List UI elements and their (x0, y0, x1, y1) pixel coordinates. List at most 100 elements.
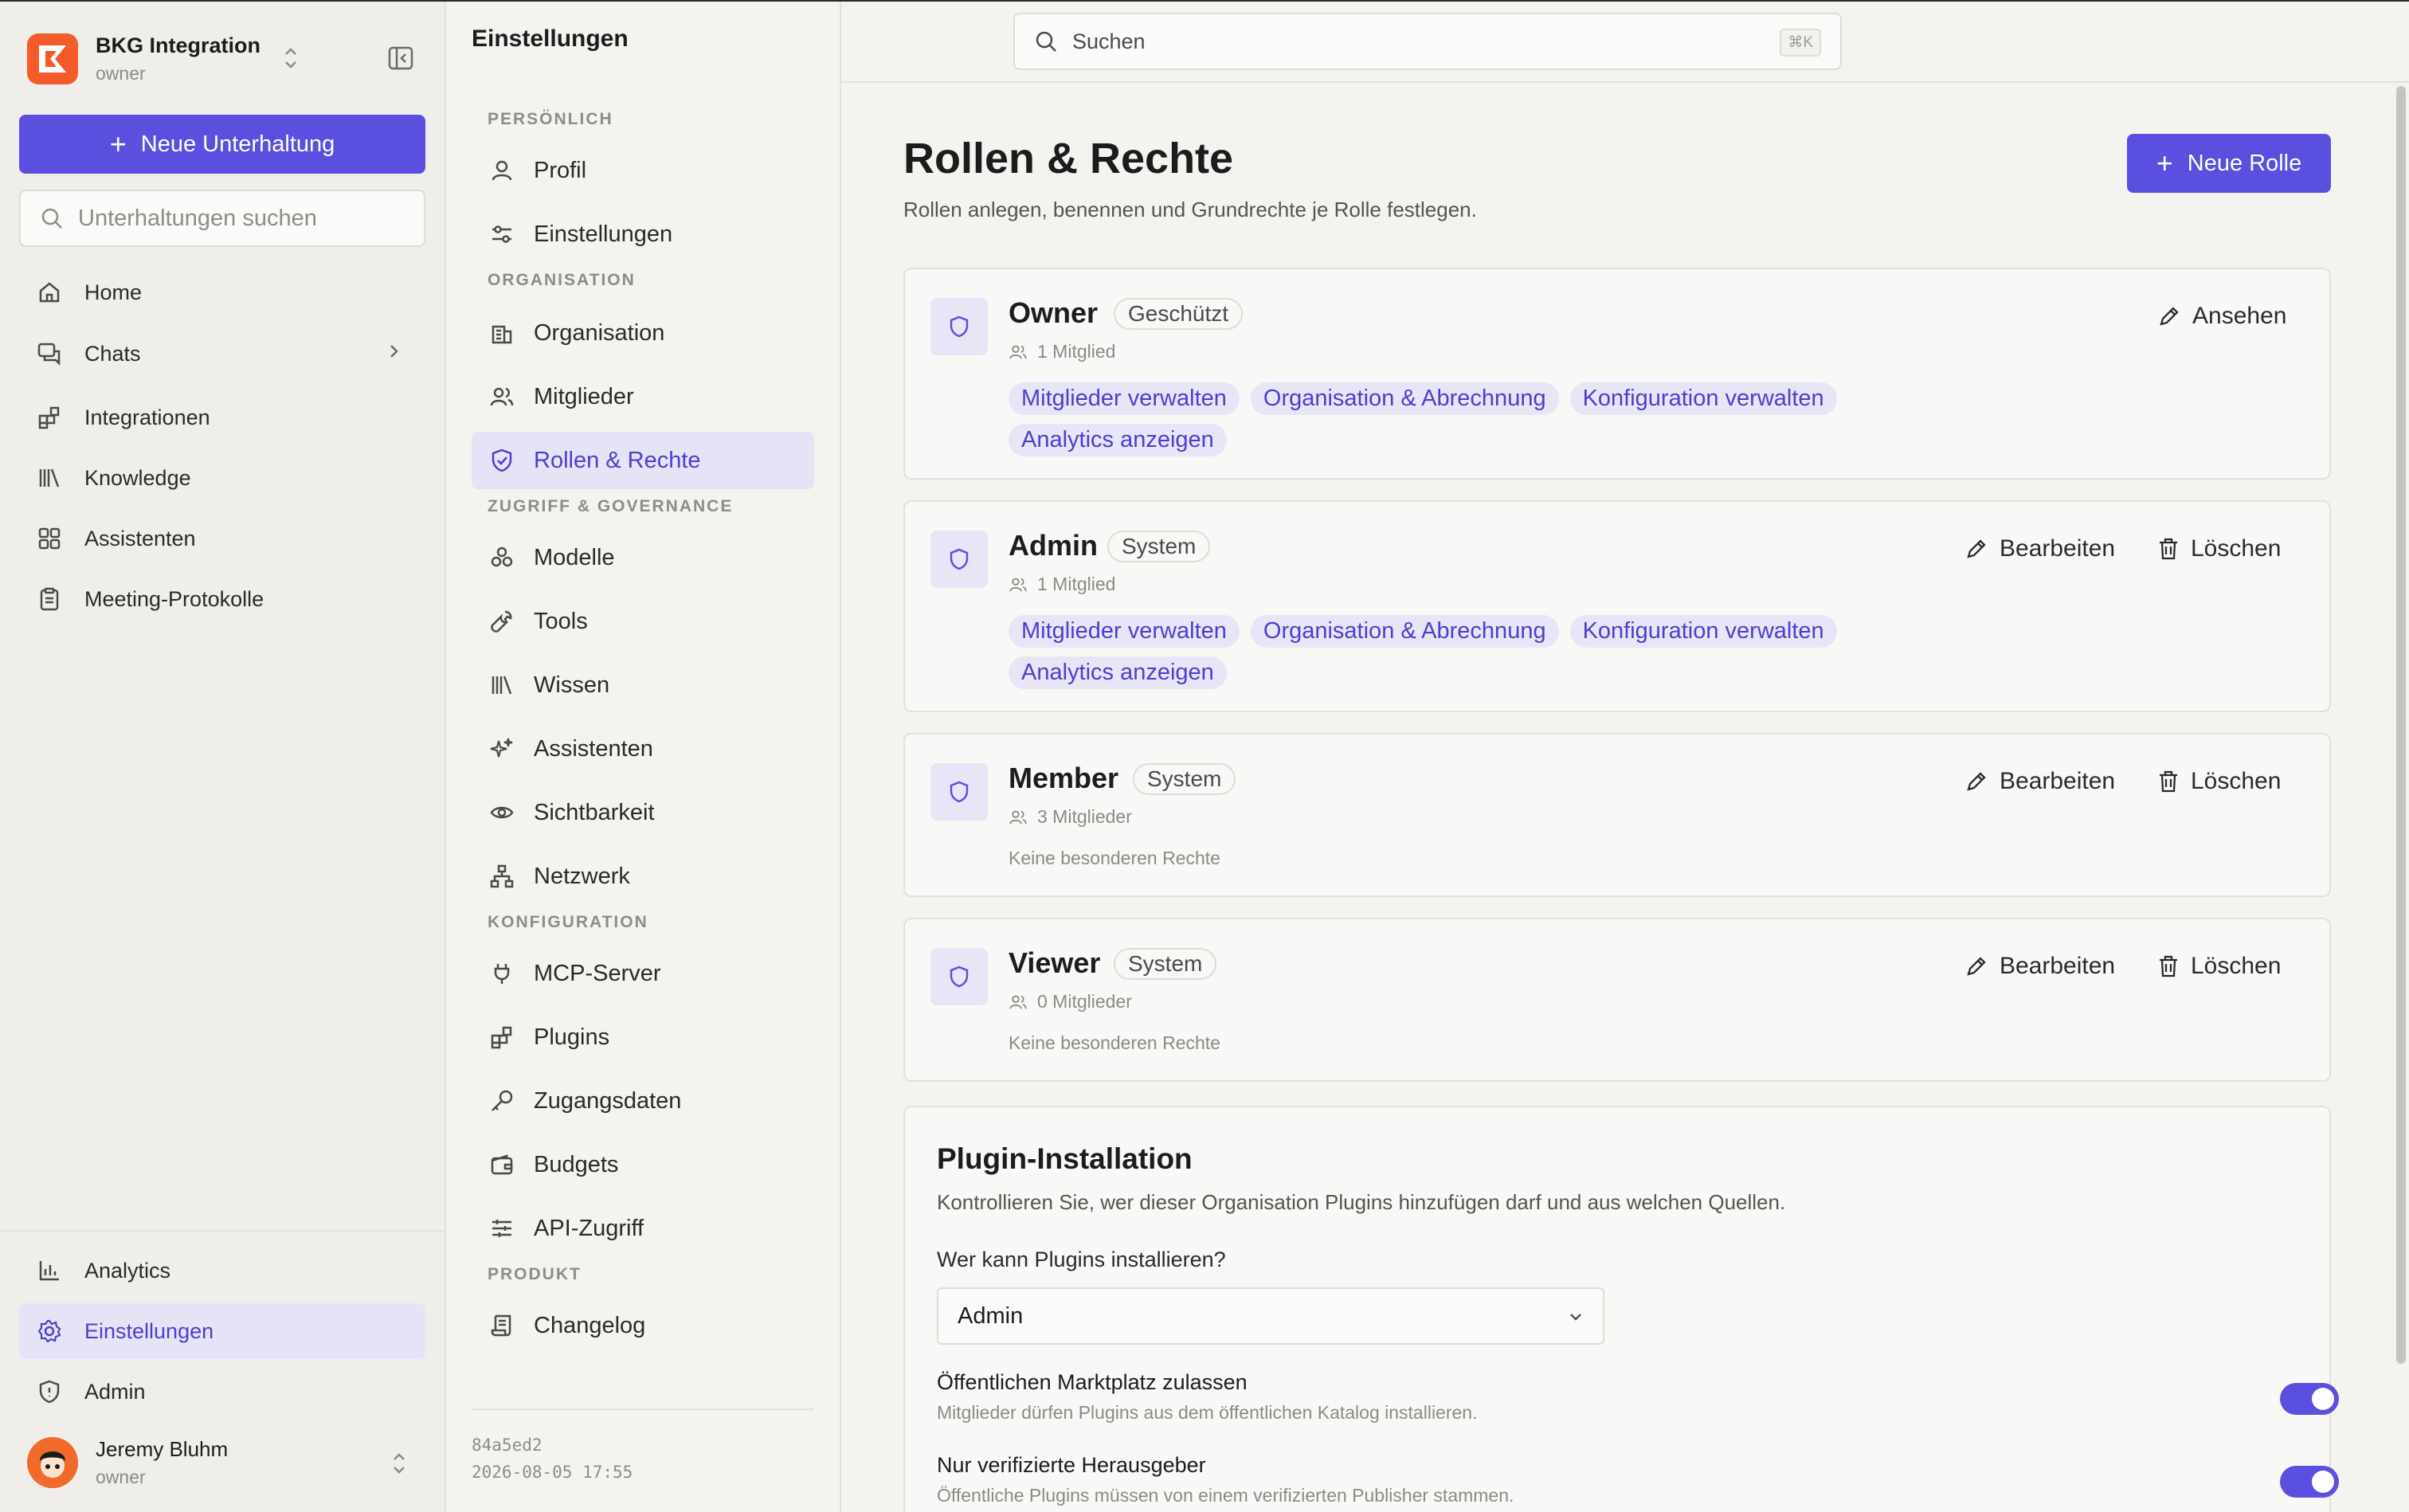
sidebar-item-label: Assistenten (84, 526, 196, 550)
toggle-description: Mitglieder dürfen Plugins aus dem öffent… (937, 1402, 1478, 1423)
roles-page-subtitle: Rollen anlegen, benennen und Grundrechte… (903, 198, 1477, 221)
delete-role-label: Löschen (2191, 953, 2282, 979)
delete-role-button[interactable]: Löschen (2157, 953, 2281, 980)
chevron-up-down-icon[interactable] (389, 1450, 409, 1481)
sidebar-item-meeting-protokolle[interactable]: Meeting-Protokolle (19, 571, 425, 627)
settings-item-assistenten[interactable]: Assistenten (472, 720, 814, 778)
role-card-admin: Admin System 1 Mitglied Mitglieder verwa… (903, 500, 2331, 712)
grid-icon (35, 524, 64, 553)
sidebar-item-chats[interactable]: Chats (19, 326, 425, 382)
shield-icon (930, 298, 988, 355)
home-icon (35, 278, 64, 307)
delete-role-button[interactable]: Löschen (2157, 768, 2281, 795)
settings-item-netzwerk[interactable]: Netzwerk (472, 848, 814, 905)
settings-item-rollen-rechte[interactable]: Rollen & Rechte (472, 432, 814, 489)
sidebar-item-analytics[interactable]: Analytics (19, 1243, 425, 1299)
plus-icon: + (109, 127, 127, 160)
edit-role-button[interactable]: Bearbeiten (1964, 953, 2115, 980)
settings-item-label: Organisation (534, 319, 665, 346)
new-role-button[interactable]: + Neue Rolle (2127, 134, 2331, 193)
sidebar-item-label: Home (84, 280, 143, 304)
network-icon (488, 862, 516, 891)
trash-icon (2160, 538, 2177, 560)
edit-role-button[interactable]: Bearbeiten (1964, 535, 2115, 562)
section-label-produkt: PRODUKT (488, 1265, 582, 1283)
sidebar-item-assistenten[interactable]: Assistenten (19, 511, 425, 566)
sidebar-item-label: Meeting-Protokolle (84, 586, 264, 611)
users-icon (488, 382, 516, 411)
settings-item-mitglieder[interactable]: Mitglieder (472, 368, 814, 425)
sidebar-item-label: Analytics (84, 1258, 171, 1283)
chevron-right-icon[interactable] (386, 342, 402, 366)
plugin-installer-label: Wer kann Plugins installieren? (937, 1248, 1226, 1271)
settings-item-label: Modelle (534, 544, 615, 570)
settings-item-sichtbarkeit[interactable]: Sichtbarkeit (472, 784, 814, 841)
edit-role-label: Bearbeiten (2000, 768, 2116, 794)
public-marketplace-toggle[interactable] (2280, 1383, 2339, 1415)
settings-item-mcp-server[interactable]: MCP-Server (472, 945, 814, 1002)
search-icon (41, 208, 62, 229)
search-icon (1036, 31, 1056, 52)
plug-icon (488, 959, 516, 988)
workspace-role: owner (96, 63, 146, 84)
global-search-input[interactable]: Suchen ⌘K (1013, 13, 1842, 70)
settings-item-tools[interactable]: Tools (472, 593, 814, 650)
chevron-down-icon (1566, 1306, 1585, 1333)
settings-item-api-zugriff[interactable]: API-Zugriff (472, 1200, 814, 1257)
sidebar-item-einstellungen[interactable]: Einstellungen (19, 1303, 425, 1359)
settings-item-wissen[interactable]: Wissen (472, 656, 814, 714)
trash-icon (2160, 770, 2177, 793)
sidebar-item-admin[interactable]: Admin (19, 1364, 425, 1420)
settings-item-profil[interactable]: Profil (472, 142, 814, 199)
settings-item-changelog[interactable]: Changelog (472, 1297, 814, 1354)
role-card-member: Member System 3 Mitglieder Keine besonde… (903, 733, 2331, 897)
new-role-label: Neue Rolle (2187, 150, 2302, 176)
role-name: Admin (1009, 529, 1098, 562)
new-conversation-button[interactable]: + Neue Unterhaltung (19, 115, 425, 174)
sidebar-item-knowledge[interactable]: Knowledge (19, 450, 425, 506)
sliders-horizontal-icon (488, 1214, 516, 1243)
view-role-button[interactable]: Ansehen (2157, 303, 2286, 330)
section-label-zugriff-governance: ZUGRIFF & GOVERNANCE (488, 497, 734, 515)
view-role-label: Ansehen (2192, 303, 2287, 329)
trash-icon (2160, 955, 2177, 977)
workspace-switcher[interactable]: BKG Integration owner (27, 30, 425, 88)
settings-item-modelle[interactable]: Modelle (472, 529, 814, 586)
sidebar-collapse-icon[interactable] (387, 45, 414, 76)
user-menu[interactable]: Jeremy Bluhm owner (27, 1432, 425, 1493)
conversation-search-placeholder: Unterhaltungen suchen (78, 205, 317, 231)
settings-item-zugangsdaten[interactable]: Zugangsdaten (472, 1072, 814, 1130)
role-badge: System (1114, 948, 1217, 980)
delete-role-label: Löschen (2191, 535, 2282, 562)
edit-role-button[interactable]: Bearbeiten (1964, 768, 2115, 795)
plugin-installer-select[interactable]: Admin (937, 1287, 1604, 1345)
settings-item-organisation[interactable]: Organisation (472, 304, 814, 362)
settings-item-budgets[interactable]: Budgets (472, 1136, 814, 1193)
main-scrollbar[interactable] (2396, 86, 2406, 1364)
settings-item-label: Tools (534, 608, 588, 634)
chevron-up-down-icon[interactable] (280, 45, 301, 76)
settings-item-einstellungen[interactable]: Einstellungen (472, 206, 814, 263)
shield-icon (930, 531, 988, 588)
library-icon (35, 464, 64, 492)
integrations-icon (35, 403, 64, 432)
sidebar-item-home[interactable]: Home (19, 264, 425, 320)
permission-chip: Konfiguration verwalten (1569, 382, 1837, 415)
roles-page-title: Rollen & Rechte (903, 135, 1234, 182)
brand-logo-icon (27, 33, 78, 84)
sidebar-item-integrationen[interactable]: Integrationen (19, 390, 425, 445)
verified-publishers-toggle[interactable] (2280, 1466, 2339, 1498)
permission-list: Mitglieder verwalten Organisation & Abre… (1009, 382, 1837, 415)
settings-item-plugins[interactable]: Plugins (472, 1009, 814, 1066)
role-name: Member (1009, 762, 1119, 794)
edit-role-label: Bearbeiten (2000, 953, 2116, 979)
permission-chip: Konfiguration verwalten (1569, 615, 1837, 648)
gear-icon (35, 1317, 64, 1346)
permission-chip: Analytics anzeigen (1009, 656, 1227, 689)
delete-role-button[interactable]: Löschen (2157, 535, 2281, 562)
conversation-search-input[interactable]: Unterhaltungen suchen (19, 190, 425, 247)
sidebar-item-label: Chats (84, 341, 141, 366)
eye-icon (488, 798, 516, 827)
build-date: 2026-08-05 17:55 (472, 1463, 633, 1482)
chat-icon (35, 339, 64, 368)
